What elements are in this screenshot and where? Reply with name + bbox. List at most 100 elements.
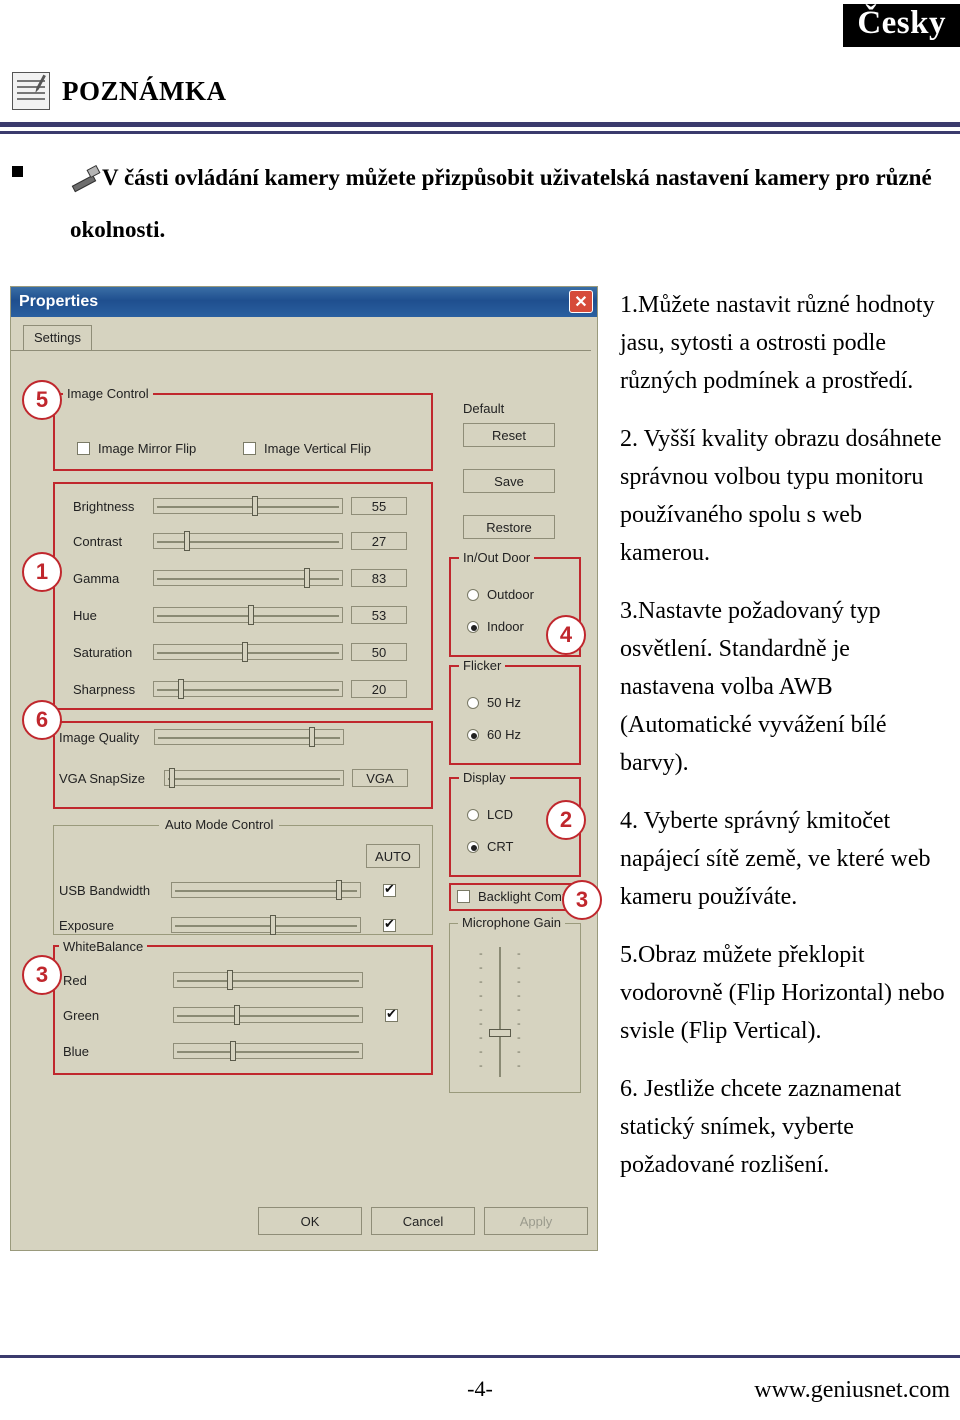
slider-thumb-red[interactable] — [226, 970, 233, 990]
slider-thumb-sharpness[interactable] — [178, 679, 185, 699]
radio-lcd[interactable]: LCD — [467, 807, 513, 822]
footer-divider — [0, 1355, 960, 1358]
checkbox-usb-bandwidth-auto[interactable] — [383, 881, 396, 897]
cancel-button[interactable]: Cancel — [371, 1207, 475, 1235]
slider-thumb-contrast[interactable] — [184, 531, 191, 551]
slider-usb-bandwidth[interactable]: USB Bandwidth — [59, 880, 396, 900]
slider-track-hue[interactable] — [153, 605, 343, 625]
slider-hue[interactable]: Hue 53 — [73, 605, 407, 625]
radio-50hz[interactable]: 50 Hz — [467, 695, 521, 710]
slider-track-green[interactable] — [173, 1005, 363, 1025]
radio-crt[interactable]: CRT — [467, 839, 513, 854]
slider-thumb-image-quality[interactable] — [309, 727, 316, 747]
slider-label-exposure: Exposure — [59, 917, 114, 933]
slider-label-blue: Blue — [63, 1043, 90, 1059]
auto-button[interactable]: AUTO — [366, 844, 420, 868]
slider-thumb-hue[interactable] — [248, 605, 254, 625]
mic-gain-ticks-right: --------- — [517, 948, 521, 1072]
slider-value-brightness: 55 — [351, 497, 407, 515]
callout-4: 4 — [546, 615, 586, 655]
apply-button: Apply — [484, 1207, 588, 1235]
instruction-5: 5.Obraz můžete překlopit vodorovně (Flip… — [620, 942, 945, 1044]
slider-label-usb-bandwidth: USB Bandwidth — [59, 882, 151, 898]
slider-track-gamma[interactable] — [153, 568, 343, 588]
slider-label-gamma: Gamma — [73, 570, 120, 586]
callout-1: 1 — [22, 552, 62, 592]
slider-vga-snapsize[interactable]: VGA SnapSize VGA — [59, 768, 408, 788]
slider-value-hue: 53 — [351, 606, 407, 624]
radio-dot-crt[interactable] — [467, 840, 479, 853]
slider-saturation[interactable]: Saturation 50 — [73, 642, 407, 662]
slider-image-quality[interactable]: Image Quality — [59, 727, 344, 747]
group-flicker: Flicker — [449, 658, 581, 765]
slider-thumb-vga-snapsize[interactable] — [168, 768, 175, 788]
slider-red[interactable]: Red — [63, 970, 363, 990]
header-divider-bottom — [0, 131, 960, 134]
restore-button[interactable]: Restore — [463, 515, 555, 539]
slider-blue[interactable]: Blue — [63, 1041, 363, 1061]
reset-button[interactable]: Reset — [463, 423, 555, 447]
checkbox-label-vertical: Image Vertical Flip — [264, 441, 371, 456]
instruction-1: 1.Můžete nastavit různé hodnoty jasu, sy… — [620, 292, 935, 394]
slider-sharpness[interactable]: Sharpness 20 — [73, 679, 407, 699]
slider-track-exposure[interactable] — [171, 915, 361, 935]
slider-green[interactable]: Green — [63, 1005, 398, 1025]
ok-button[interactable]: OK — [258, 1207, 362, 1235]
slider-track-usb-bandwidth[interactable] — [171, 880, 361, 900]
slider-track-vga-snapsize[interactable] — [164, 768, 344, 788]
group-image-control-label: Image Control — [63, 386, 153, 401]
square-bullet-icon — [12, 166, 23, 177]
tool-settings-icon — [70, 164, 101, 193]
slider-track-image-quality[interactable] — [154, 727, 344, 747]
slider-track-brightness[interactable] — [153, 496, 343, 516]
close-icon[interactable]: ✕ — [569, 290, 593, 313]
mic-gain-thumb[interactable] — [489, 1029, 511, 1037]
checkbox-box-mirror[interactable] — [77, 442, 90, 455]
properties-dialog: Properties ✕ Settings Image Control Imag… — [10, 286, 598, 1251]
note-header: POZNÁMKA — [12, 72, 226, 110]
slider-brightness[interactable]: Brightness 55 — [73, 496, 407, 516]
checkbox-box-backlight[interactable] — [457, 890, 470, 903]
radio-60hz[interactable]: 60 Hz — [467, 727, 521, 742]
radio-indoor[interactable]: Indoor — [467, 619, 524, 634]
slider-thumb-brightness[interactable] — [251, 496, 258, 516]
radio-outdoor[interactable]: Outdoor — [467, 587, 534, 602]
slider-track-saturation[interactable] — [153, 642, 343, 662]
slider-value-gamma: 83 — [351, 569, 407, 587]
slider-thumb-saturation[interactable] — [242, 642, 249, 662]
radio-label-outdoor: Outdoor — [487, 587, 534, 602]
radio-dot-60hz[interactable] — [467, 728, 479, 741]
callout-2: 2 — [546, 800, 586, 840]
checkbox-exposure-auto[interactable] — [383, 916, 396, 932]
slider-thumb-gamma[interactable] — [304, 568, 311, 588]
slider-value-sharpness: 20 — [351, 680, 407, 698]
save-button[interactable]: Save — [463, 469, 555, 493]
slider-gamma[interactable]: Gamma 83 — [73, 568, 407, 588]
slider-thumb-blue[interactable] — [230, 1041, 237, 1061]
group-microphone-gain: Microphone Gain — [449, 915, 581, 1093]
checkbox-image-mirror-flip[interactable]: Image Mirror Flip — [77, 441, 196, 456]
slider-label-sharpness: Sharpness — [73, 681, 136, 697]
radio-dot-outdoor[interactable] — [467, 588, 479, 601]
slider-label-image-quality: Image Quality — [59, 729, 140, 745]
slider-exposure[interactable]: Exposure — [59, 915, 396, 935]
slider-track-blue[interactable] — [173, 1041, 363, 1061]
callout-3-left: 3 — [22, 955, 62, 995]
slider-track-contrast[interactable] — [153, 531, 343, 551]
tab-settings[interactable]: Settings — [23, 325, 92, 350]
slider-thumb-exposure[interactable] — [269, 915, 276, 935]
radio-dot-lcd[interactable] — [467, 808, 479, 821]
radio-label-crt: CRT — [487, 839, 514, 854]
slider-track-sharpness[interactable] — [153, 679, 343, 699]
checkbox-white-balance-auto[interactable] — [385, 1006, 398, 1022]
radio-dot-50hz[interactable] — [467, 696, 479, 709]
checkbox-box-vertical[interactable] — [243, 442, 256, 455]
slider-track-red[interactable] — [173, 970, 363, 990]
checkbox-backlight-comp[interactable]: Backlight Comp — [457, 889, 569, 904]
checkbox-image-vertical-flip[interactable]: Image Vertical Flip — [243, 441, 371, 456]
callout-5: 5 — [22, 380, 62, 420]
slider-thumb-usb-bandwidth[interactable] — [335, 880, 342, 900]
radio-dot-indoor[interactable] — [467, 620, 479, 633]
slider-contrast[interactable]: Contrast 27 — [73, 531, 407, 551]
slider-thumb-green[interactable] — [234, 1005, 241, 1025]
